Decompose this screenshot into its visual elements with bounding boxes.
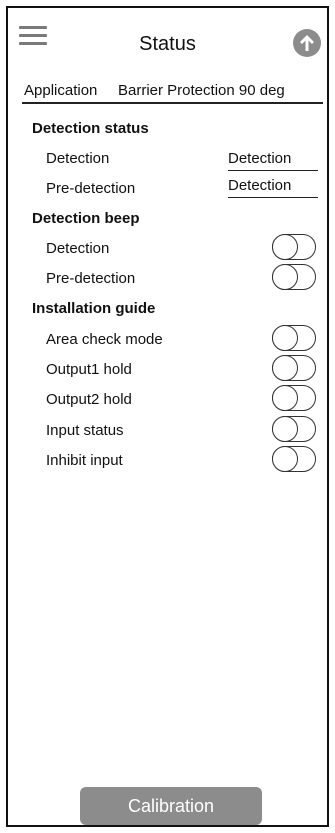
output2-hold-label: Output2 hold	[46, 391, 132, 408]
upload-arrow-icon[interactable]	[293, 29, 321, 57]
output2-hold-toggle[interactable]	[271, 384, 316, 411]
application-label: Application	[24, 82, 98, 99]
page-title: Status	[139, 33, 196, 55]
detection-status-predetection-label: Pre-detection	[46, 180, 136, 197]
toggle-knob	[271, 233, 298, 260]
toggle-knob	[271, 415, 298, 442]
toggle-knob	[271, 445, 298, 472]
detection-status-detection-value[interactable]: Detection	[228, 149, 318, 171]
toggle-knob	[271, 384, 298, 411]
detection-status-predetection-value[interactable]: Detection	[228, 176, 318, 198]
input-status-toggle[interactable]	[271, 415, 316, 442]
toggle-knob	[271, 324, 298, 351]
area-check-mode-label: Area check mode	[46, 331, 163, 348]
beep-predetection-label: Pre-detection	[46, 270, 136, 287]
inhibit-input-label: Inhibit input	[46, 452, 123, 469]
beep-detection-label: Detection	[46, 240, 110, 257]
beep-detection-toggle[interactable]	[271, 233, 316, 260]
output1-hold-toggle[interactable]	[271, 354, 316, 381]
inhibit-input-toggle[interactable]	[271, 445, 316, 472]
toggle-knob	[271, 263, 298, 290]
application-value: Barrier Protection 90 deg	[118, 82, 285, 99]
toggle-knob	[271, 354, 298, 381]
output1-hold-label: Output1 hold	[46, 361, 132, 378]
section-detection-status: Detection status	[32, 120, 149, 137]
application-underline	[22, 102, 323, 104]
application-row[interactable]: Application Barrier Protection 90 deg	[22, 80, 323, 104]
calibration-button[interactable]: Calibration	[80, 787, 262, 825]
input-status-label: Input status	[46, 422, 124, 439]
upload-arrow-glyph	[300, 35, 314, 51]
beep-predetection-toggle[interactable]	[271, 263, 316, 290]
section-installation-guide: Installation guide	[32, 300, 156, 317]
area-check-mode-toggle[interactable]	[271, 324, 316, 351]
menu-bar-top	[19, 26, 47, 29]
section-detection-beep: Detection beep	[32, 210, 140, 227]
detection-status-detection-label: Detection	[46, 150, 110, 167]
